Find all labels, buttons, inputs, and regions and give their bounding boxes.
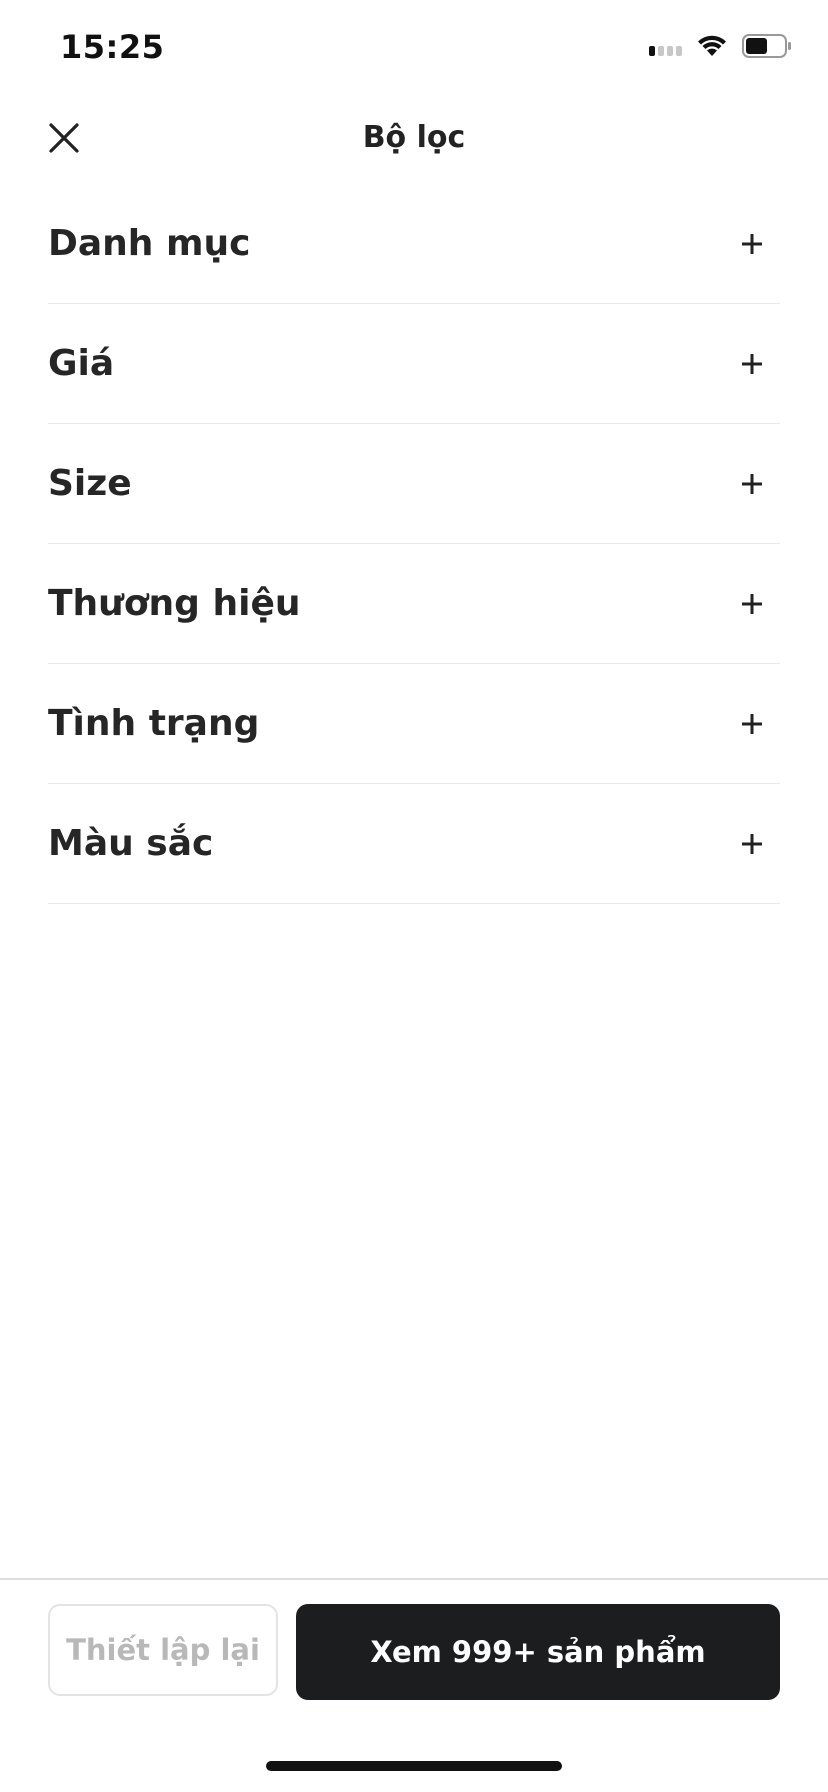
filter-item-category[interactable]: Danh mục <box>48 184 780 304</box>
filter-label: Màu sắc <box>48 823 214 864</box>
status-icons <box>649 34 792 58</box>
filter-item-color[interactable]: Màu sắc <box>48 784 780 904</box>
filter-list: Danh mục Giá Size Thương hiệu Tình trạng… <box>48 184 780 904</box>
plus-icon[interactable] <box>736 228 768 260</box>
filter-label: Size <box>48 463 132 504</box>
filter-label: Danh mục <box>48 223 251 264</box>
filter-label: Thương hiệu <box>48 583 301 624</box>
reset-button[interactable]: Thiết lập lại <box>48 1604 278 1696</box>
plus-icon[interactable] <box>736 468 768 500</box>
plus-icon[interactable] <box>736 828 768 860</box>
page-title: Bộ lọc <box>362 120 466 155</box>
filter-item-brand[interactable]: Thương hiệu <box>48 544 780 664</box>
filter-label: Giá <box>48 343 115 384</box>
filter-item-price[interactable]: Giá <box>48 304 780 424</box>
filter-label: Tình trạng <box>48 703 260 744</box>
battery-icon <box>742 34 792 58</box>
bottom-divider <box>0 1578 828 1580</box>
filter-item-size[interactable]: Size <box>48 424 780 544</box>
signal-icon <box>649 36 682 56</box>
view-products-button[interactable]: Xem 999+ sản phẩm <box>296 1604 780 1700</box>
filter-item-condition[interactable]: Tình trạng <box>48 664 780 784</box>
plus-icon[interactable] <box>736 348 768 380</box>
home-indicator[interactable] <box>266 1761 562 1771</box>
status-time: 15:25 <box>60 28 165 66</box>
status-bar: 15:25 <box>0 0 828 100</box>
plus-icon[interactable] <box>736 588 768 620</box>
header: Bộ lọc <box>0 100 828 180</box>
wifi-icon <box>696 34 728 58</box>
plus-icon[interactable] <box>736 708 768 740</box>
